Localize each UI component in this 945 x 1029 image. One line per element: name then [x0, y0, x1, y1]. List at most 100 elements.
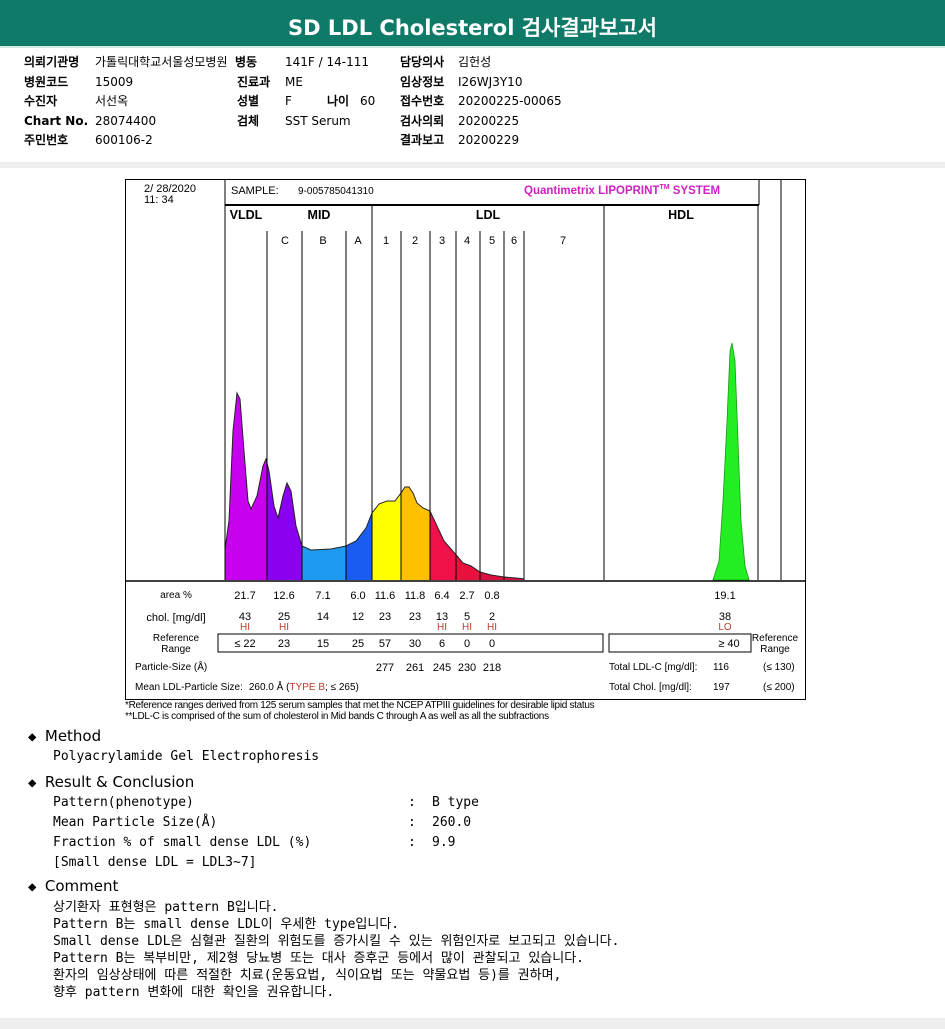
- area-value: 21.7: [234, 590, 256, 602]
- area-value: 6.4: [434, 590, 450, 602]
- info-label: 주민번호: [24, 133, 69, 147]
- footnote-2: **LDL-C is comprised of the sum of chole…: [125, 711, 549, 722]
- band-label: C: [281, 235, 289, 247]
- colon: :: [408, 795, 416, 810]
- band-label: 2: [411, 235, 419, 247]
- result-key: Pattern(phenotype): [53, 795, 194, 810]
- band-label: 7: [559, 235, 567, 247]
- flag-hi: HI: [437, 622, 447, 633]
- info-value: 서선옥: [95, 94, 129, 108]
- particle-size: 277: [375, 662, 395, 674]
- ref-value: ≤ 22: [234, 638, 256, 650]
- info-value: F: [285, 94, 292, 108]
- brand-tm: TM: [659, 184, 670, 191]
- comment-line: 향후 pattern 변화에 대한 확인을 권유합니다.: [53, 985, 335, 1000]
- row-label-area: area %: [160, 590, 192, 601]
- sample-label: SAMPLE:: [231, 185, 279, 197]
- hdl-ref: ≥ 40: [718, 638, 740, 650]
- brand-suffix: SYSTEM: [669, 184, 721, 197]
- colon: :: [408, 815, 416, 830]
- age-label: 나이: [327, 94, 350, 108]
- info-value: 김헌성: [458, 55, 492, 69]
- comment-line: Pattern B는 small dense LDL이 우세한 type입니다.: [53, 917, 400, 932]
- ref-value: 30: [408, 638, 422, 650]
- result-heading: ◆ Result & Conclusion: [28, 773, 194, 791]
- band-label: 4: [463, 235, 471, 247]
- band-fill-1: [267, 393, 302, 580]
- brand: Quantimetrix LIPOPRINTTM SYSTEM: [524, 184, 720, 197]
- info-label: 성별: [237, 94, 260, 108]
- band-label: 6: [510, 235, 518, 247]
- band-label: 1: [382, 235, 390, 247]
- group-ldl: LDL: [475, 208, 501, 222]
- comment-line: 상기환자 표현형은 pattern B입니다.: [53, 900, 279, 915]
- band-fill-2: [302, 393, 346, 580]
- diamond-icon: ◆: [28, 729, 37, 745]
- ref-value: 57: [378, 638, 392, 650]
- time: 11: 34: [144, 194, 174, 206]
- info-label: 접수번호: [400, 94, 445, 108]
- ref-value: 15: [316, 638, 330, 650]
- ref-label-right: Reference Range: [751, 633, 799, 655]
- comment-heading: ◆ Comment: [28, 877, 118, 895]
- comment-title: Comment: [44, 877, 119, 895]
- result-value: B type: [432, 795, 479, 810]
- comment-line: 환자의 임상상태에 따른 적절한 치료(운동요법, 식이요법 또는 약물요법 등…: [53, 968, 562, 983]
- group-hdl: HDL: [668, 208, 694, 222]
- mean-mean_label: Mean LDL-Particle Size:: [135, 682, 243, 693]
- band-fill-7: [456, 393, 480, 580]
- info-value: 141F / 14-111: [285, 55, 369, 69]
- flag-hi: HI: [462, 622, 472, 633]
- row-label-ref: Reference Range: [152, 633, 200, 655]
- area-value: 0.8: [484, 590, 500, 602]
- flag-hi: HI: [240, 622, 250, 633]
- result-note: [Small dense LDL = LDL3~7]: [53, 855, 257, 870]
- chol-value: 12: [351, 611, 365, 623]
- info-label: 병동: [235, 55, 258, 69]
- total-chol-ref: (≤ 200): [763, 682, 795, 693]
- band-fill-8: [480, 393, 504, 580]
- method-title: Method: [44, 727, 102, 745]
- info-value: SST Serum: [285, 113, 351, 128]
- band-fill-3: [346, 393, 372, 580]
- info-label: 임상정보: [400, 74, 445, 89]
- info-value: 600106-2: [95, 133, 153, 147]
- band-fill-9: [504, 393, 524, 580]
- ref-value: 0: [463, 638, 471, 650]
- flag-hi: HI: [487, 622, 497, 633]
- ref-value: 6: [438, 638, 446, 650]
- area-value: 11.8: [404, 590, 426, 602]
- band-fill-5: [401, 393, 430, 580]
- info-label: 검사의뢰: [400, 113, 445, 128]
- band-label: 3: [438, 235, 446, 247]
- particle-size: 261: [405, 662, 425, 674]
- info-value: ME: [285, 74, 303, 89]
- info-value: I26WJ3Y10: [458, 74, 523, 89]
- bottom-band: [0, 1018, 945, 1029]
- diamond-icon: ◆: [28, 775, 37, 791]
- result-key: Mean Particle Size(Å): [53, 815, 218, 830]
- particle-size: 218: [482, 662, 502, 674]
- band-fill-4: [372, 393, 401, 580]
- info-label: 결과보고: [400, 133, 445, 147]
- info-value: 20200225-00065: [458, 94, 562, 108]
- band-fill-0: [225, 393, 267, 580]
- band-label: 5: [488, 235, 496, 247]
- report-title: SD LDL Cholesterol 검사결과보고서: [0, 0, 945, 48]
- area-value: 6.0: [350, 590, 366, 602]
- result-key: Fraction % of small dense LDL (%): [53, 835, 312, 850]
- footnote-1: *Reference ranges derived from 125 serum…: [125, 700, 595, 711]
- info-label: 진료과: [237, 74, 271, 89]
- info-label: 담당의사: [400, 55, 445, 69]
- hdl-flag: LO: [718, 622, 732, 633]
- total-ldl-label: Total LDL-C [mg/dl]:: [609, 662, 698, 673]
- result-value: 9.9: [432, 835, 456, 850]
- divider: [0, 162, 945, 168]
- particle-size: 245: [432, 662, 452, 674]
- method-text: Polyacrylamide Gel Electrophoresis: [53, 749, 320, 764]
- flag-hi: HI: [279, 622, 289, 633]
- particle-size: 230: [457, 662, 477, 674]
- total-chol-label: Total Chol. [mg/dl]:: [609, 682, 692, 693]
- diamond-icon: ◆: [28, 879, 37, 895]
- info-value: 20200225: [458, 113, 520, 128]
